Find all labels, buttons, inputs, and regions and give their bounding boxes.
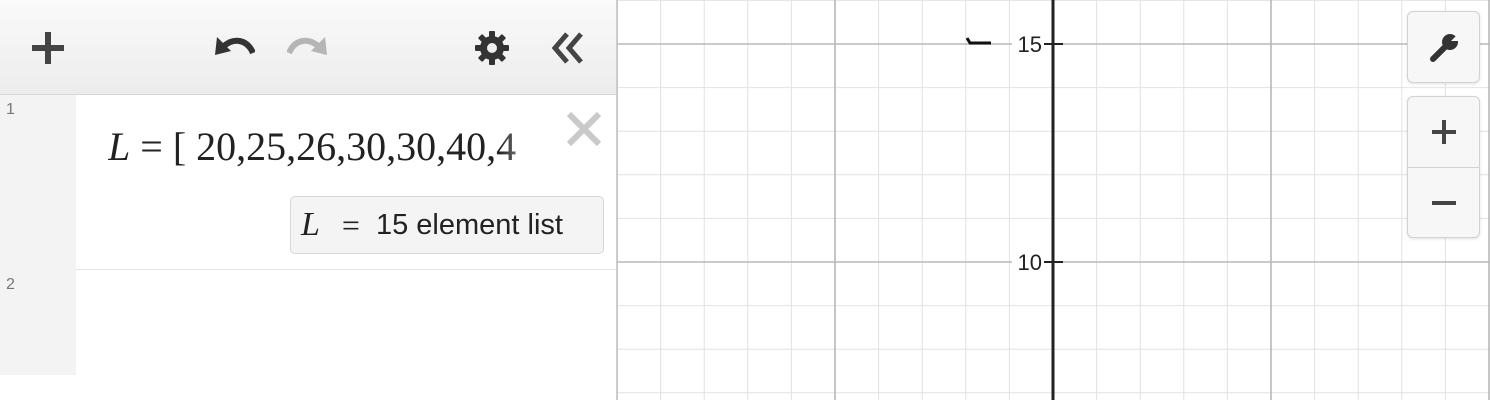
minus-icon	[1432, 201, 1456, 205]
undo-button[interactable]	[206, 24, 258, 72]
row-gutter[interactable]: 1	[0, 95, 76, 270]
list-variable: L	[108, 124, 131, 169]
undo-icon	[215, 37, 255, 55]
plus-icon	[32, 32, 64, 64]
graph-settings-panel	[1407, 11, 1480, 83]
curve-fragment	[965, 37, 991, 45]
gear-icon	[475, 31, 509, 65]
wrench-icon	[1430, 33, 1461, 62]
double-chevron-left-icon	[551, 32, 583, 64]
zoom-out-button[interactable]	[1408, 168, 1480, 238]
collapse-sidebar-button[interactable]	[544, 24, 592, 72]
expression-row-1[interactable]: 1 L = [ 20,25,26,30,30,40,4 L = 15 eleme…	[0, 95, 616, 270]
result-text: 15 element list	[375, 208, 563, 241]
redo-icon	[287, 37, 327, 55]
row-number: 2	[6, 276, 15, 293]
y-tick-label: 10	[1018, 250, 1042, 275]
evaluation-result: L = 15 element list	[290, 196, 604, 254]
overflow-fade	[500, 115, 550, 175]
result-variable: L	[301, 206, 320, 243]
list-values: 20,25,26,30,30,40,4	[196, 124, 517, 169]
expression-row-2[interactable]: 2	[0, 270, 616, 400]
zoom-in-button[interactable]	[1408, 97, 1480, 168]
add-item-button[interactable]	[24, 24, 72, 72]
redo-button[interactable]	[284, 24, 336, 72]
open-bracket: [	[172, 124, 187, 169]
expression-input[interactable]: L = [ 20,25,26,30,30,40,4	[108, 123, 548, 170]
expression-sidebar: 1 L = [ 20,25,26,30,30,40,4 L = 15 eleme…	[0, 0, 617, 400]
graph-settings-button[interactable]	[1408, 12, 1480, 84]
zoom-controls	[1407, 96, 1480, 238]
settings-button[interactable]	[468, 24, 516, 72]
close-icon	[566, 111, 602, 147]
delete-expression-button[interactable]	[562, 107, 606, 151]
row-gutter[interactable]: 2	[0, 270, 76, 375]
y-tick-label: 15	[1018, 32, 1042, 57]
graph-canvas[interactable]: 15 10	[617, 0, 1490, 400]
equals-sign: =	[140, 124, 163, 169]
row-number: 1	[6, 101, 15, 118]
plus-icon	[1432, 120, 1456, 144]
expression-toolbar	[0, 0, 616, 95]
result-equals: =	[341, 206, 360, 243]
